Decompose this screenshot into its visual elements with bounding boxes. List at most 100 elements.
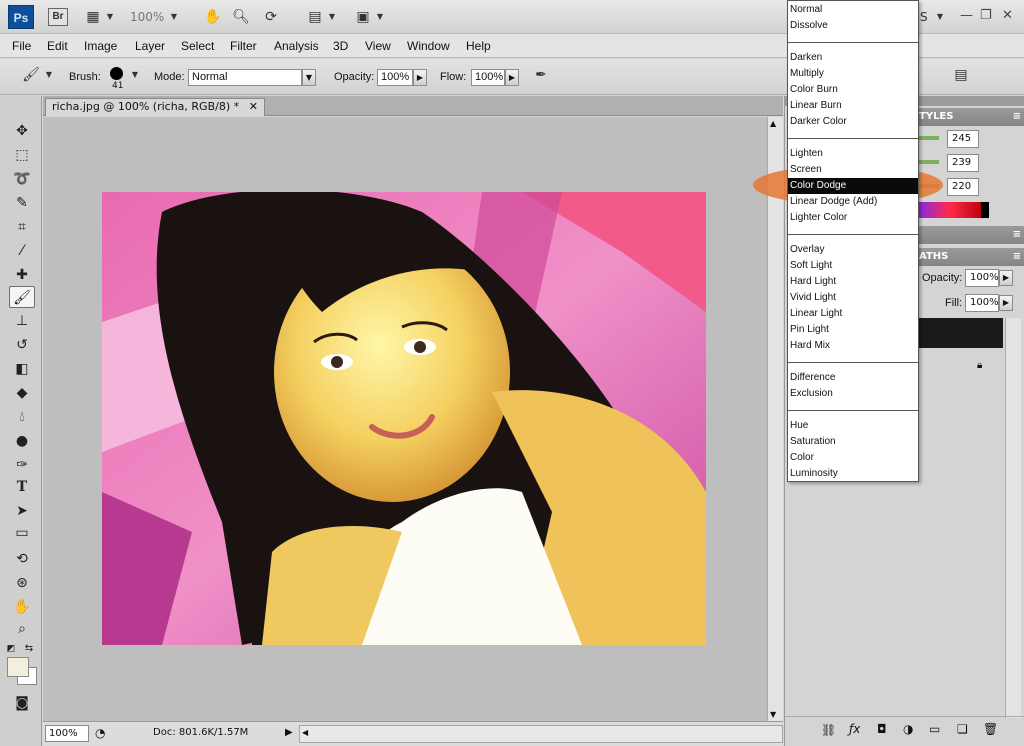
zoom-tool-icon[interactable]: 🔍︎ bbox=[230, 7, 252, 27]
blend-option-color-dodge[interactable]: Color Dodge bbox=[788, 178, 918, 194]
chevron-down-icon[interactable]: ▼ bbox=[934, 7, 946, 27]
airbrush-icon[interactable]: ✒ bbox=[530, 65, 552, 85]
mode-select[interactable]: Normal bbox=[188, 69, 302, 86]
blend-option-soft-light[interactable]: Soft Light bbox=[788, 258, 918, 274]
blue-value[interactable]: 220 bbox=[947, 178, 979, 196]
restore-button[interactable]: ❐ bbox=[980, 8, 992, 23]
document-tab[interactable]: richa.jpg @ 100% (richa, RGB/8) * ✕ bbox=[45, 98, 265, 116]
status-menu-arrow-icon[interactable]: ▶ bbox=[285, 727, 293, 738]
pen-tool-icon[interactable]: ✑ bbox=[9, 454, 35, 476]
blur-tool-icon[interactable]: 💧︎ bbox=[9, 406, 35, 428]
blend-option-screen[interactable]: Screen bbox=[788, 162, 918, 178]
hand-tool-icon[interactable]: ✋ bbox=[9, 596, 35, 618]
blend-option-difference[interactable]: Difference bbox=[788, 370, 918, 386]
menu-window[interactable]: Window bbox=[407, 39, 450, 53]
shape-tool-icon[interactable]: ▭ bbox=[9, 522, 35, 544]
brush-picker-chevron-icon[interactable]: ▼ bbox=[130, 65, 140, 85]
blend-option-overlay[interactable]: Overlay bbox=[788, 242, 918, 258]
view-extras-icon[interactable]: ▦ bbox=[82, 7, 104, 27]
blend-option-luminosity[interactable]: Luminosity bbox=[788, 466, 918, 482]
green-value[interactable]: 239 bbox=[947, 154, 979, 172]
quick-mask-icon[interactable]: ◙ bbox=[9, 692, 35, 714]
status-zoom-input[interactable]: 100% bbox=[45, 725, 89, 742]
menu-file[interactable]: File bbox=[12, 39, 31, 53]
clone-stamp-tool-icon[interactable]: ⊥ bbox=[9, 310, 35, 332]
canvas-area[interactable] bbox=[43, 117, 767, 721]
panel-menu-icon[interactable]: ≡ bbox=[1013, 248, 1021, 266]
blend-option-lighter-color[interactable]: Lighter Color bbox=[788, 210, 918, 226]
document-info[interactable]: Doc: 801.6K/1.57M bbox=[153, 727, 248, 738]
layers-scrollbar[interactable] bbox=[1005, 318, 1021, 718]
status-info-icon[interactable]: ◔ bbox=[95, 726, 105, 740]
type-tool-icon[interactable]: T bbox=[9, 476, 35, 498]
blend-option-darker-color[interactable]: Darker Color bbox=[788, 114, 918, 130]
workspace-switcher[interactable]: S bbox=[920, 10, 928, 24]
link-layers-icon[interactable]: ⛓ bbox=[821, 723, 836, 737]
document-image[interactable] bbox=[102, 192, 706, 645]
dodge-tool-icon[interactable]: ● bbox=[9, 430, 35, 452]
hand-tool-icon[interactable]: ✋ bbox=[202, 7, 224, 27]
flow-slider-arrow-icon[interactable]: ▶ bbox=[505, 69, 519, 86]
scroll-up-icon[interactable]: ▲ bbox=[770, 119, 776, 128]
menu-edit[interactable]: Edit bbox=[47, 39, 68, 53]
horizontal-scrollbar[interactable]: ◀ bbox=[299, 725, 783, 743]
bridge-button[interactable]: Br bbox=[48, 8, 68, 26]
scroll-down-icon[interactable]: ▼ bbox=[770, 710, 776, 719]
panel-menu-icon[interactable]: ≡ bbox=[1013, 108, 1021, 126]
opacity-input[interactable]: 100% bbox=[377, 69, 413, 86]
zoom-level[interactable]: 100% bbox=[130, 10, 164, 24]
marquee-tool-icon[interactable]: ⬚ bbox=[9, 144, 35, 166]
3d-rotate-tool-icon[interactable]: ⟲ bbox=[9, 548, 35, 570]
opacity-slider-arrow-icon[interactable]: ▶ bbox=[413, 69, 427, 86]
blend-option-color[interactable]: Color bbox=[788, 450, 918, 466]
menu-help[interactable]: Help bbox=[466, 39, 491, 53]
brush-tool-icon[interactable]: 🖌︎ bbox=[9, 286, 35, 308]
blend-option-hard-light[interactable]: Hard Light bbox=[788, 274, 918, 290]
blend-option-normal[interactable]: Normal bbox=[788, 2, 918, 18]
healing-brush-tool-icon[interactable]: ✚ bbox=[9, 264, 35, 286]
panel-menu-icon[interactable]: ≡ bbox=[1013, 226, 1021, 244]
arrange-documents-icon[interactable]: ▤ bbox=[304, 7, 326, 27]
fx-icon[interactable]: ƒx bbox=[849, 722, 860, 736]
blend-option-pin-light[interactable]: Pin Light bbox=[788, 322, 918, 338]
layer-opacity-input[interactable]: 100% bbox=[965, 269, 999, 287]
menu-filter[interactable]: Filter bbox=[230, 39, 257, 53]
brush-panel-toggle-icon[interactable]: ▤ bbox=[950, 65, 972, 85]
3d-orbit-tool-icon[interactable]: ⊛ bbox=[9, 572, 35, 594]
layer-fill-input[interactable]: 100% bbox=[965, 294, 999, 312]
screen-mode-icon[interactable]: ▣ bbox=[352, 7, 374, 27]
layer-row-selected[interactable] bbox=[919, 318, 1003, 348]
brush-preview[interactable] bbox=[110, 67, 123, 80]
red-value[interactable]: 245 bbox=[947, 130, 979, 148]
red-slider[interactable] bbox=[919, 136, 939, 140]
blend-option-hue[interactable]: Hue bbox=[788, 418, 918, 434]
blend-option-hard-mix[interactable]: Hard Mix bbox=[788, 338, 918, 354]
paint-bucket-tool-icon[interactable]: ◆ bbox=[9, 382, 35, 404]
blend-option-multiply[interactable]: Multiply bbox=[788, 66, 918, 82]
minimize-button[interactable]: — bbox=[960, 8, 973, 23]
eyedropper-tool-icon[interactable]: ⁄ bbox=[9, 240, 35, 262]
blend-option-linear-burn[interactable]: Linear Burn bbox=[788, 98, 918, 114]
move-tool-icon[interactable]: ✥ bbox=[9, 120, 35, 142]
delete-layer-icon[interactable]: 🗑︎ bbox=[983, 722, 998, 736]
menu-view[interactable]: View bbox=[365, 39, 391, 53]
chevron-down-icon[interactable]: ▼ bbox=[326, 7, 338, 27]
blend-option-exclusion[interactable]: Exclusion bbox=[788, 386, 918, 402]
foreground-color-swatch[interactable] bbox=[7, 657, 29, 677]
color-ramp[interactable] bbox=[919, 202, 989, 218]
chevron-down-icon[interactable]: ▼ bbox=[374, 7, 386, 27]
layer-fill-arrow-icon[interactable]: ▶ bbox=[999, 295, 1013, 311]
mode-dropdown-arrow-icon[interactable]: ▼ bbox=[302, 69, 316, 86]
blend-option-linear-light[interactable]: Linear Light bbox=[788, 306, 918, 322]
close-button[interactable]: ✕ bbox=[1002, 8, 1013, 23]
adjustments-panel-header[interactable]: ≡ bbox=[915, 226, 1024, 244]
blend-option-saturation[interactable]: Saturation bbox=[788, 434, 918, 450]
new-group-icon[interactable]: ▭ bbox=[929, 722, 940, 736]
blend-option-darken[interactable]: Darken bbox=[788, 50, 918, 66]
menu-select[interactable]: Select bbox=[181, 39, 214, 53]
green-slider[interactable] bbox=[919, 160, 939, 164]
zoom-tool-icon[interactable]: ⌕ bbox=[9, 618, 35, 640]
close-icon[interactable]: ✕ bbox=[249, 99, 258, 115]
lasso-tool-icon[interactable]: ➰ bbox=[9, 168, 35, 190]
path-selection-tool-icon[interactable]: ➤ bbox=[9, 500, 35, 522]
